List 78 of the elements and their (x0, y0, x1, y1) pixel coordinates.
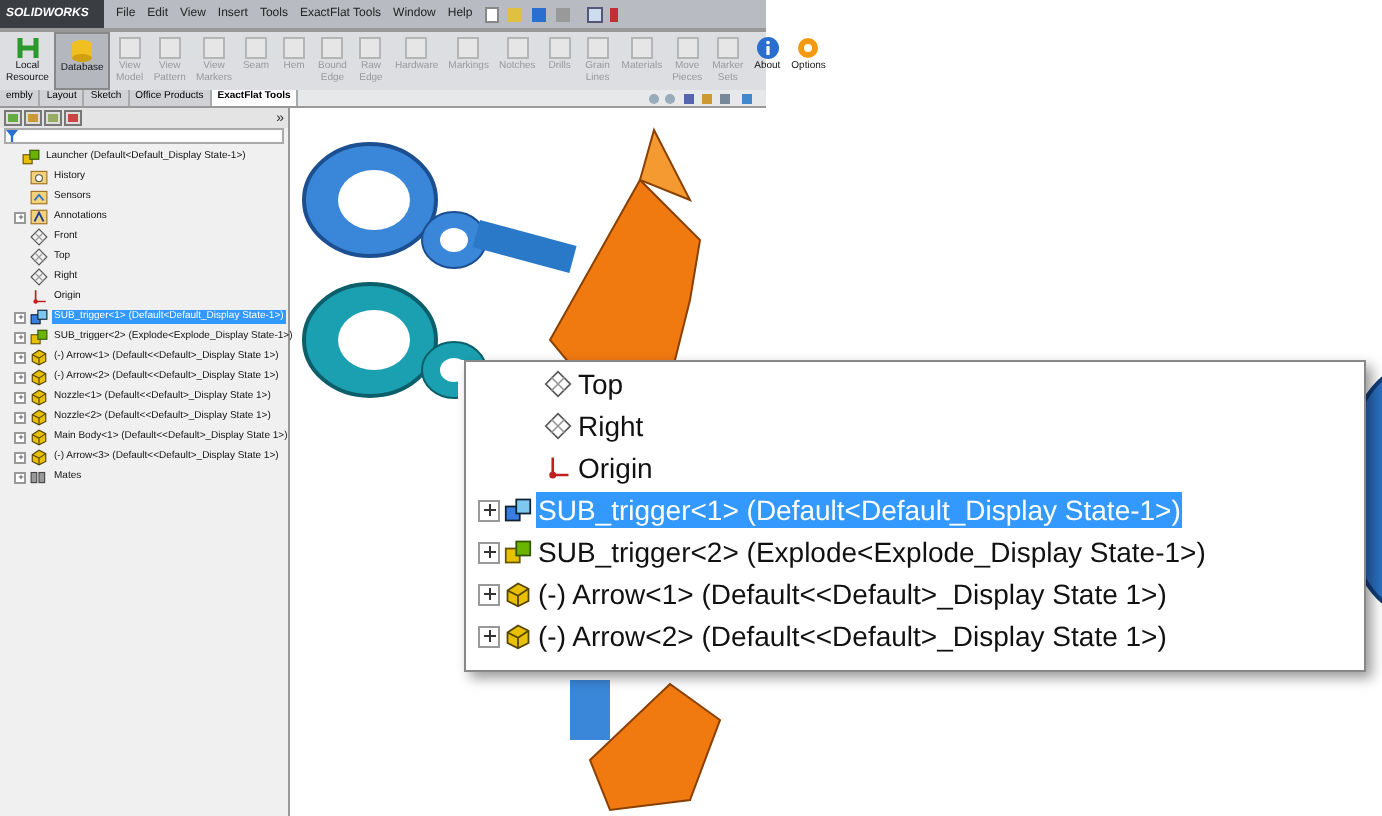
expand-toggle[interactable] (14, 311, 26, 323)
expand-toggle[interactable] (14, 411, 26, 423)
expand-toggle[interactable] (14, 371, 26, 383)
folder-icon (30, 188, 48, 206)
plus-icon (17, 334, 23, 340)
part-icon (30, 408, 48, 426)
expand-toggle[interactable] (14, 351, 26, 363)
assembly-icon (22, 148, 40, 166)
part-icon (504, 622, 532, 650)
plus-icon (481, 544, 497, 560)
plane-icon (544, 370, 572, 398)
database-icon (68, 38, 97, 62)
origin-icon (544, 454, 572, 482)
tool-icon (402, 36, 431, 60)
plus-icon (17, 374, 23, 380)
expand-toggle[interactable] (478, 583, 500, 605)
expand-toggle[interactable] (14, 431, 26, 443)
annotation-icon (30, 208, 48, 226)
part-icon (30, 388, 48, 406)
tree-item[interactable]: Right (576, 408, 646, 444)
expand-toggle[interactable] (14, 331, 26, 343)
tool-icon (583, 36, 612, 60)
plus-icon (17, 394, 23, 400)
plane-icon (30, 228, 48, 246)
plane-icon (30, 268, 48, 286)
tool-icon (545, 36, 574, 60)
filter-field[interactable] (4, 128, 284, 144)
tool-icon (454, 36, 483, 60)
plus-icon (17, 474, 23, 480)
tree-item[interactable]: (-) Arrow<1> (Default<<Default>_Display State 1>) (536, 576, 1169, 612)
info-icon (753, 36, 782, 60)
tool-icon (155, 36, 184, 60)
h-icon (13, 36, 42, 60)
tool-icon (199, 36, 228, 60)
tree-item[interactable]: SUB_trigger<2> (Explode<Explode_Display State-1>) (536, 534, 1208, 570)
mates-icon (30, 468, 48, 486)
tree-item[interactable]: (-) Arrow<2> (Default<<Default>_Display State 1>) (536, 618, 1169, 654)
tool-icon (627, 36, 656, 60)
expand-toggle[interactable] (478, 625, 500, 647)
assembly-icon (30, 328, 48, 346)
assembly-icon (504, 496, 532, 524)
plus-icon (17, 414, 23, 420)
tool-icon (673, 36, 702, 60)
expand-toggle[interactable] (14, 211, 26, 223)
tool-icon (280, 36, 308, 60)
tool-icon (115, 36, 144, 60)
expand-toggle[interactable] (478, 541, 500, 563)
part-icon (504, 580, 532, 608)
expand-toggle[interactable] (478, 499, 500, 521)
plus-icon (17, 434, 23, 440)
tool-icon (242, 36, 270, 60)
plus-icon (17, 214, 23, 220)
plus-icon (17, 454, 23, 460)
expand-toggle[interactable] (14, 471, 26, 483)
plus-icon (481, 502, 497, 518)
assembly-icon (30, 308, 48, 326)
tool-icon (503, 36, 532, 60)
assembly-icon (504, 538, 532, 566)
origin-icon (30, 288, 48, 306)
part-icon (30, 448, 48, 466)
tree-item[interactable]: Top (576, 366, 626, 402)
tool-icon (356, 36, 385, 60)
plane-icon (30, 248, 48, 266)
tool-icon (318, 36, 347, 60)
plus-icon (481, 586, 497, 602)
plane-icon (544, 412, 572, 440)
plus-icon (481, 628, 497, 644)
settings-icon (794, 36, 823, 60)
part-icon (30, 368, 48, 386)
plus-icon (17, 314, 23, 320)
part-icon (30, 428, 48, 446)
expand-toggle[interactable] (14, 391, 26, 403)
tool-icon (713, 36, 742, 60)
folder-icon (30, 168, 48, 186)
part-icon (30, 348, 48, 366)
tree-item[interactable]: Origin (576, 450, 655, 486)
expand-toggle[interactable] (14, 451, 26, 463)
plus-icon (17, 354, 23, 360)
